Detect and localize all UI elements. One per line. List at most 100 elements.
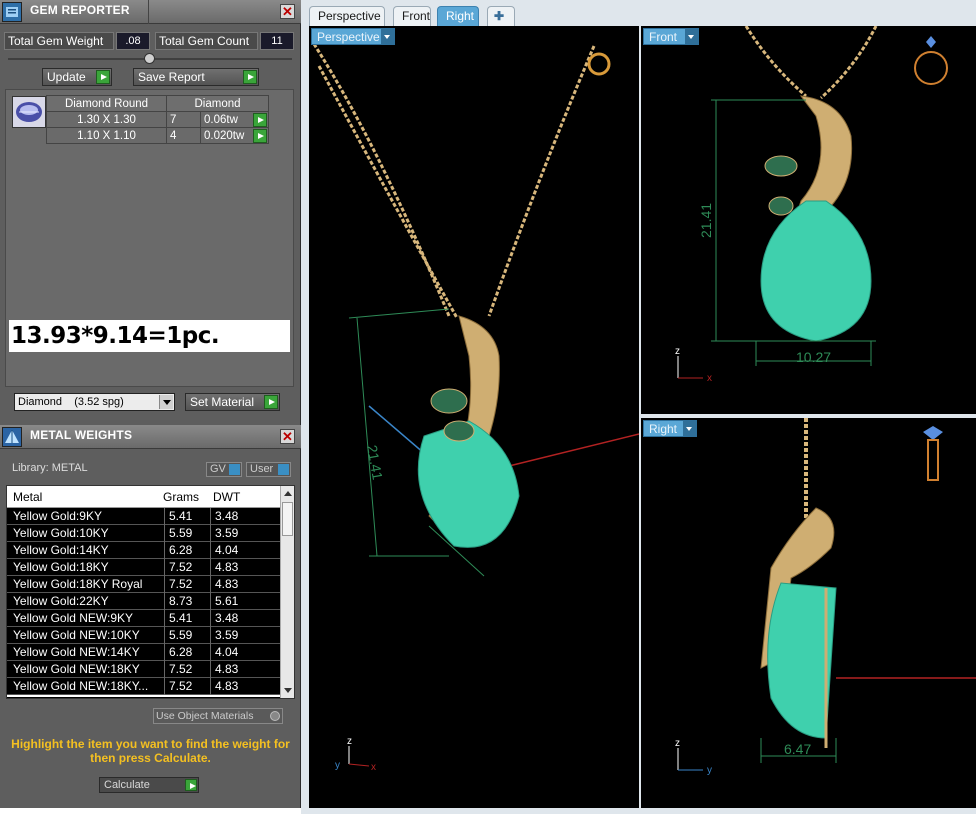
persp-axis-gizmo: z y x	[335, 736, 376, 773]
table-row[interactable]: Yellow Gold:18KY 7.52 4.83	[7, 559, 281, 576]
metal-weights-table: Metal Grams DWT Yellow Gold:9KY 5.41 3.48 Y…	[6, 485, 295, 699]
update-button[interactable]: Update	[42, 68, 112, 86]
material-select[interactable]: Diamond (3.52 spg)	[14, 393, 175, 411]
close-icon[interactable]: ✕	[280, 429, 295, 444]
close-icon[interactable]: ✕	[280, 4, 295, 19]
table-row[interactable]: Yellow Gold:9KY 5.41 3.48	[7, 508, 281, 525]
table-row[interactable]: Yellow Gold NEW:9KY 5.41 3.48	[7, 610, 281, 627]
col-metal[interactable]: Metal	[13, 490, 42, 504]
gem-count: 4	[166, 127, 201, 144]
scroll-up-icon[interactable]	[284, 491, 292, 496]
cell-metal: Yellow Gold NEW:18KY...	[13, 679, 149, 693]
gem-table: Diamond Round Diamond 1.30 X 1.30 7 0.06…	[46, 95, 269, 144]
radio-icon	[270, 711, 280, 721]
gem-row[interactable]: 1.10 X 1.10 4 0.020tw	[46, 127, 269, 144]
user-toggle[interactable]: User	[246, 462, 291, 477]
toggle-indicator	[229, 464, 240, 475]
cell-dwt: 3.48	[210, 610, 270, 627]
use-object-materials-label: Use Object Materials	[156, 710, 254, 722]
cell-dwt: 4.83	[210, 559, 270, 576]
cell-dwt: 4.83	[210, 576, 270, 593]
axis-y-label: y	[707, 765, 712, 776]
save-report-label: Save Report	[138, 70, 205, 84]
tab-right[interactable]: Right	[437, 6, 479, 26]
use-object-materials-toggle[interactable]: Use Object Materials	[153, 708, 283, 724]
gem-stone	[417, 420, 520, 548]
table-row[interactable]: Yellow Gold:18KY Royal 7.52 4.83	[7, 576, 281, 593]
gem-list-area: Diamond Round Diamond 1.30 X 1.30 7 0.06…	[5, 89, 294, 387]
dimension-note: 13.93*9.14=1pc.	[9, 320, 290, 352]
table-row-partial	[7, 697, 281, 698]
ring-icon	[587, 52, 611, 76]
leaf-right	[443, 420, 475, 442]
gem-weight-cell: 0.020tw	[200, 127, 269, 144]
perspective-viewport[interactable]: 21.41 z y x Perspective	[309, 26, 639, 808]
front-axis-gizmo: z x	[675, 346, 712, 384]
perspective-render: 21.41 z y x	[312, 43, 639, 773]
total-gem-weight-value: .08	[116, 32, 150, 50]
slider-handle[interactable]	[144, 53, 155, 64]
cell-grams: 6.28	[164, 644, 210, 661]
tab-front[interactable]: Front	[393, 6, 431, 26]
perspective-label: Perspective	[317, 30, 380, 44]
plus-icon[interactable]: ✚	[487, 6, 515, 26]
cell-metal: Yellow Gold NEW:10KY	[13, 628, 140, 642]
perspective-view-menu[interactable]: Perspective	[311, 28, 395, 45]
cell-dwt: 4.83	[210, 678, 270, 695]
leaf-left	[764, 155, 798, 177]
right-viewport[interactable]: 6.47 z y Right	[641, 418, 976, 808]
table-row[interactable]: Yellow Gold NEW:18KY... 7.52 4.83	[7, 678, 281, 695]
table-row[interactable]: Yellow Gold:14KY 6.28 4.04	[7, 542, 281, 559]
metal-weights-icon	[2, 427, 22, 447]
gem-count: 7	[166, 111, 201, 128]
table-row[interactable]: Yellow Gold NEW:18KY 7.52 4.83	[7, 661, 281, 678]
toggle-indicator	[278, 464, 289, 475]
table-row[interactable]: Yellow Gold NEW:14KY 6.28 4.04	[7, 644, 281, 661]
play-icon	[264, 395, 278, 409]
cell-grams: 5.59	[164, 627, 210, 644]
persp-dim-height: 21.41	[364, 444, 386, 481]
scroll-down-icon[interactable]	[284, 688, 292, 693]
scrollbar[interactable]	[280, 486, 294, 698]
user-label: User	[250, 463, 274, 475]
table-row[interactable]: Yellow Gold NEW:10KY 5.59 3.59	[7, 627, 281, 644]
cell-metal: Yellow Gold:18KY	[13, 560, 109, 574]
col-dwt[interactable]: DWT	[213, 490, 240, 504]
right-view-menu[interactable]: Right	[643, 420, 697, 437]
play-icon	[96, 70, 110, 84]
cell-metal: Yellow Gold NEW:14KY	[13, 645, 140, 659]
gv-toggle[interactable]: GV	[206, 462, 242, 477]
diamond-round-icon	[12, 96, 46, 128]
cell-dwt: 3.59	[210, 525, 270, 542]
cell-metal: Yellow Gold:18KY Royal	[13, 577, 143, 591]
front-render: 21.41 10.27 z x	[675, 26, 948, 384]
table-row[interactable]: Yellow Gold:10KY 5.59 3.59	[7, 525, 281, 542]
col-grams[interactable]: Grams	[163, 490, 199, 504]
axis-y-label: y	[335, 760, 340, 771]
gem-table-header: Diamond Round Diamond	[46, 95, 269, 112]
cell-grams: 5.41	[164, 610, 210, 627]
gem-row[interactable]: 1.30 X 1.30 7 0.06tw	[46, 111, 269, 128]
front-view-menu[interactable]: Front	[643, 28, 699, 45]
metal-weights-title: METAL WEIGHTS	[30, 428, 133, 442]
front-viewport[interactable]: 21.41 10.27 z x Front	[641, 26, 976, 414]
tab-perspective[interactable]: Perspective	[309, 6, 385, 26]
play-icon	[243, 70, 257, 84]
scroll-thumb[interactable]	[282, 502, 293, 536]
save-report-button[interactable]: Save Report	[133, 68, 259, 86]
gem-col-shape: Diamond Round	[46, 95, 167, 112]
calculate-button[interactable]: Calculate	[99, 777, 199, 793]
gem-weight: 0.020tw	[204, 129, 245, 142]
gem-reporter-header: GEM REPORTER ✕	[0, 0, 301, 24]
cell-grams: 7.52	[164, 559, 210, 576]
cell-dwt: 5.61	[210, 593, 270, 610]
play-icon[interactable]	[253, 113, 267, 127]
cell-dwt: 3.59	[210, 627, 270, 644]
cell-metal: Yellow Gold NEW:9KY	[13, 611, 134, 625]
chevron-down-icon	[683, 421, 696, 436]
play-icon[interactable]	[253, 129, 267, 143]
gv-label: GV	[210, 463, 226, 475]
set-material-button[interactable]: Set Material	[185, 393, 280, 411]
table-row[interactable]: Yellow Gold:22KY 8.73 5.61	[7, 593, 281, 610]
chevron-down-icon	[685, 29, 698, 44]
